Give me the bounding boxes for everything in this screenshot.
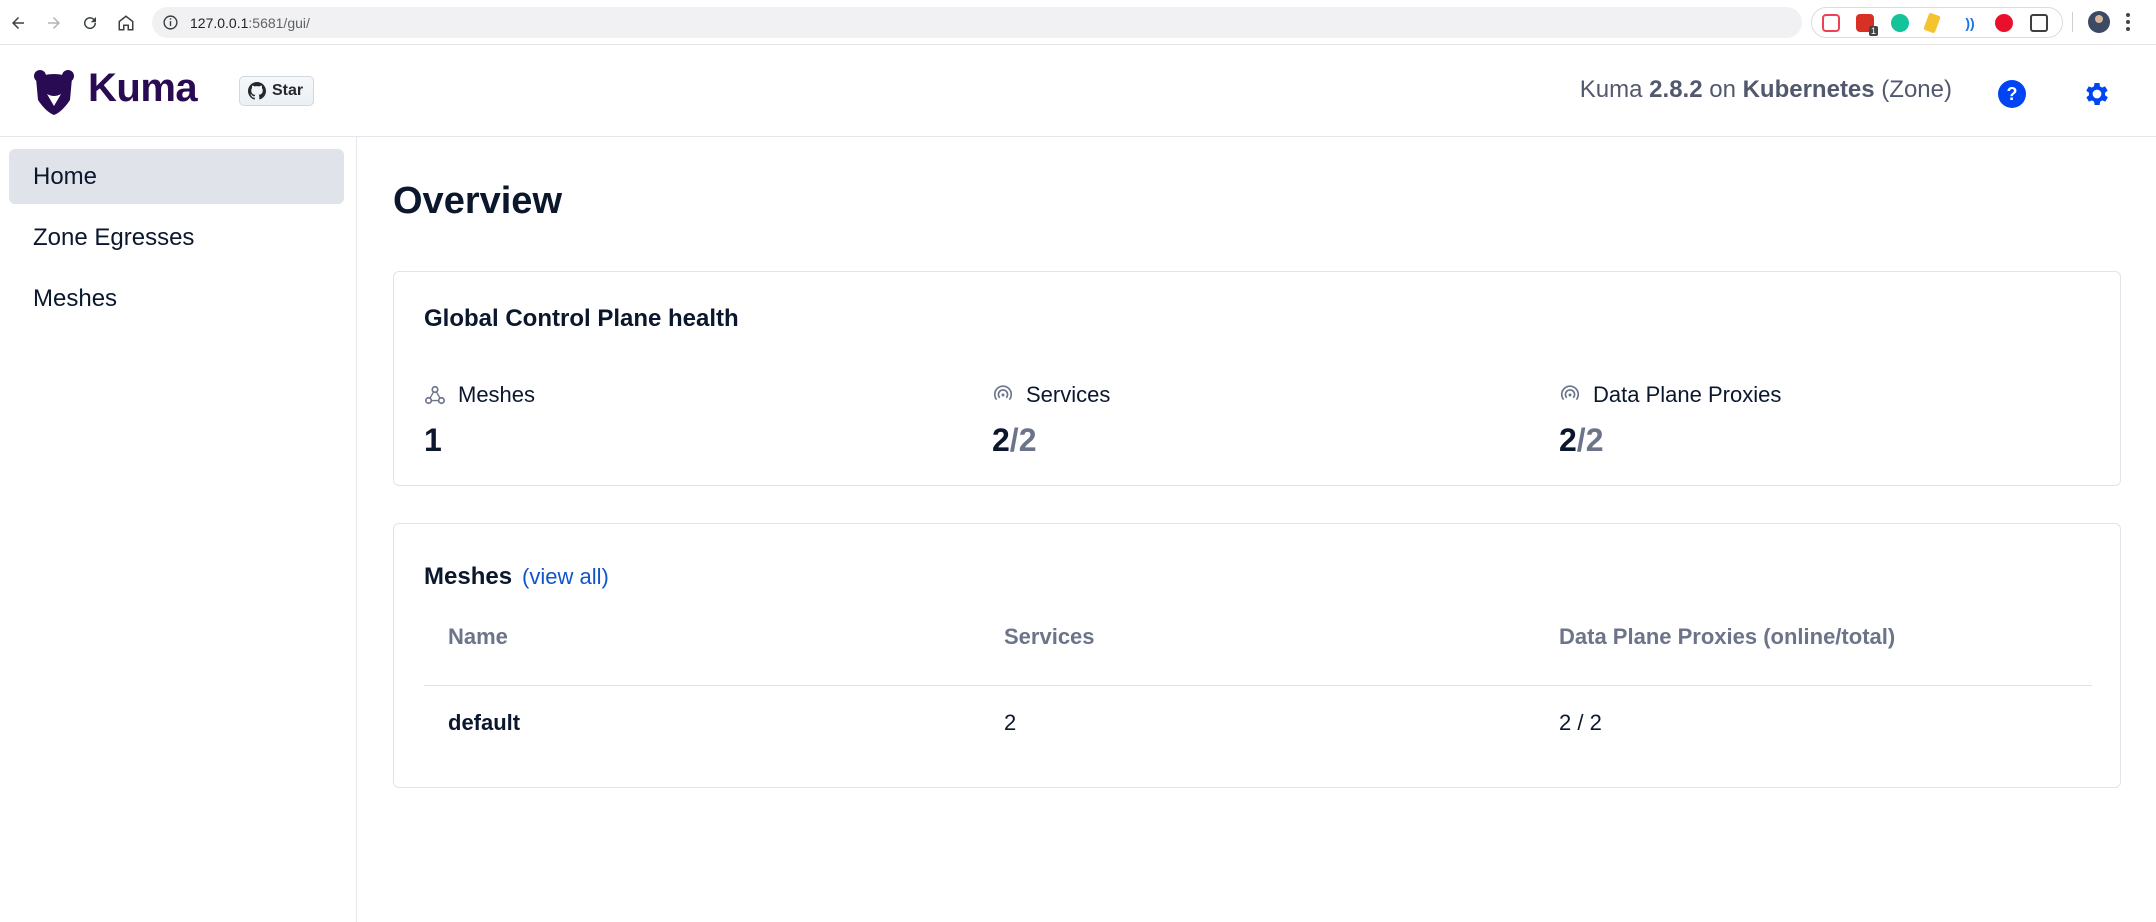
column-header-services[interactable]: Services <box>1004 624 1095 650</box>
sidebar-item-meshes[interactable]: Meshes <box>9 271 344 326</box>
stat-proxies-label-row: Data Plane Proxies <box>1559 382 1781 408</box>
settings-gear-icon[interactable] <box>2082 79 2112 109</box>
version-info: Kuma 2.8.2 on Kubernetes (Zone) <box>1580 76 1952 104</box>
stat-proxies-label: Data Plane Proxies <box>1593 382 1782 407</box>
stat-meshes-label-row: Meshes <box>424 382 535 408</box>
github-star-label: Star <box>272 82 304 99</box>
stat-meshes-label: Meshes <box>458 382 536 407</box>
stat-data-plane-proxies: Data Plane Proxies 2/2 <box>1559 382 1781 459</box>
stat-meshes: Meshes 1 <box>424 382 535 459</box>
back-icon[interactable] <box>6 11 30 35</box>
site-info-icon[interactable] <box>162 14 179 31</box>
environment-mode: (Zone) <box>1874 76 1952 103</box>
calendar-extension-icon[interactable]: 1 <box>1856 14 1878 36</box>
address-bar[interactable]: 127.0.0.1:5681/gui/ <box>152 7 1939 38</box>
table-header-divider <box>424 685 2092 686</box>
health-card-title: Global Control Plane health <box>424 305 739 332</box>
kuma-bear-logo-icon[interactable] <box>32 68 76 116</box>
stat-proxies-total: /2 <box>1576 422 1604 458</box>
control-plane-health-card: Global Control Plane health Meshes 1 Ser… <box>393 271 2121 486</box>
help-button[interactable]: ? <box>1998 80 2026 108</box>
opera-icon[interactable] <box>1995 14 2013 32</box>
stat-services-label-row: Services <box>992 382 1110 408</box>
toolbar-divider <box>2072 12 2073 32</box>
wifi-signal-icon[interactable]: )) <box>1961 14 1979 32</box>
github-star-button[interactable]: Star <box>239 76 314 106</box>
table-row-default-proxies: 2 / 2 <box>1559 710 1602 735</box>
stat-services-online: 2 <box>992 422 1010 458</box>
version-prefix: Kuma <box>1579 76 1650 103</box>
forward-icon[interactable] <box>42 11 66 35</box>
stat-services: Services 2/2 <box>992 382 1110 459</box>
sidebar: Home Zone Egresses Meshes <box>0 137 357 922</box>
meshes-card-title-row: Meshes (view all) <box>424 563 609 591</box>
view-all-meshes-link[interactable]: (view all) <box>522 564 609 589</box>
broom-icon[interactable] <box>1923 12 1941 34</box>
meshes-card-title: Meshes <box>424 563 513 590</box>
table-row-default-services: 2 <box>1004 710 1017 735</box>
github-icon <box>248 82 266 100</box>
stat-meshes-value: 1 <box>424 422 535 459</box>
table-row-default-name[interactable]: default <box>448 710 520 736</box>
extensions-bar: 1 )) <box>1811 7 2063 38</box>
column-header-proxies[interactable]: Data Plane Proxies (online/total) <box>1559 624 1895 650</box>
reload-icon[interactable] <box>78 11 102 35</box>
stat-proxies-value: 2/2 <box>1559 422 1781 459</box>
stat-services-value: 2/2 <box>992 422 1110 459</box>
proxies-signal-icon <box>1560 385 1580 401</box>
app-logo-text[interactable]: Kuma <box>88 66 198 111</box>
environment-name: Kubernetes <box>1742 76 1875 103</box>
url-host: 127.0.0.1 <box>190 15 249 31</box>
stat-proxies-online: 2 <box>1559 422 1577 458</box>
sidebar-item-home[interactable]: Home <box>9 149 344 204</box>
stat-services-total: /2 <box>1009 422 1037 458</box>
url-path: :5681/gui/ <box>248 15 310 31</box>
extension-badge: 1 <box>1868 26 1878 36</box>
profile-avatar[interactable] <box>2088 11 2110 33</box>
version-on: on <box>1702 76 1743 103</box>
browser-toolbar: 127.0.0.1:5681/gui/ 1 )) <box>0 0 2156 45</box>
sidebar-item-zone-egresses[interactable]: Zone Egresses <box>9 210 344 265</box>
home-icon[interactable] <box>114 11 138 35</box>
help-icon: ? <box>2006 83 2018 104</box>
page-title: Overview <box>393 180 562 222</box>
app-header: Kuma Star Kuma 2.8.2 on Kubernetes (Zone… <box>0 46 2156 137</box>
pocket-icon[interactable] <box>1822 14 1840 32</box>
version-number: 2.8.2 <box>1649 76 1703 103</box>
grammarly-icon[interactable] <box>1891 14 1909 32</box>
url-text[interactable]: 127.0.0.1:5681/gui/ <box>190 15 310 31</box>
stat-meshes-count: 1 <box>424 422 442 458</box>
browser-menu-icon[interactable] <box>2125 12 2131 32</box>
mesh-nodes-icon <box>425 385 445 405</box>
column-header-name[interactable]: Name <box>448 624 508 650</box>
meshes-card: Meshes (view all) Name Services Data Plan… <box>393 523 2121 788</box>
stat-services-label: Services <box>1026 382 1111 407</box>
services-signal-icon <box>993 385 1013 401</box>
puzzle-icon[interactable] <box>2030 14 2048 32</box>
